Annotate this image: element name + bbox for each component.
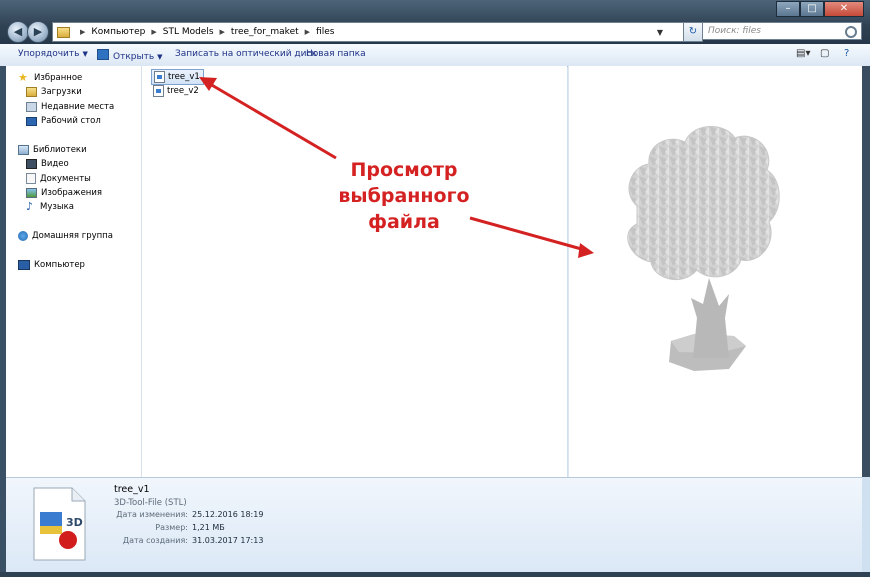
sidebar-item-favorites[interactable]: ★ Избранное [18,71,83,84]
preview-pane-icon[interactable]: ▢ [820,48,829,59]
breadcrumb-stl-models[interactable]: STL Models [163,27,214,37]
desktop-icon [26,116,37,126]
documents-icon [26,173,36,184]
file-item-tree-v2[interactable]: tree_v2 [151,84,202,98]
sidebar-item-label: Рабочий стол [41,116,101,126]
sidebar-item-documents[interactable]: Документы [26,173,91,184]
stl-document-icon: 3D [33,487,86,561]
search-icon [845,26,857,38]
address-bar[interactable]: ▶ Компьютер ▶ STL Models ▶ tree_for_make… [52,22,686,42]
back-button[interactable]: ◀ [7,21,29,43]
chevron-down-icon: ▼ [157,53,163,61]
sidebar-item-label: Домашняя группа [32,231,113,241]
chevron-right-icon: ▶ [219,28,225,36]
sidebar-item-label: Документы [40,173,91,184]
preview-pane [568,66,863,477]
details-size-value: 1,21 МБ [192,523,225,532]
details-modified-label: Дата изменения: [116,510,188,519]
images-icon [26,188,37,198]
annotation-line-2: выбранного [338,185,470,207]
chevron-right-icon: ▶ [80,28,86,36]
breadcrumb-tree-for-maket[interactable]: tree_for_maket [231,27,299,37]
search-placeholder: Поиск: files [708,26,761,36]
sidebar-item-homegroup[interactable]: Домашняя группа [18,231,113,241]
view-options-icon[interactable]: ▤▾ [796,48,810,59]
chevron-down-icon[interactable]: ▼ [657,28,663,37]
stl-file-icon [153,85,164,97]
maximize-button[interactable]: □ [800,1,824,17]
burn-button[interactable]: Записать на оптический диск [175,49,317,59]
sidebar-item-downloads[interactable]: Загрузки [26,87,82,97]
minimize-button[interactable]: – [776,1,800,17]
file-name: tree_v2 [167,86,199,96]
search-input[interactable]: Поиск: files [702,22,862,40]
sidebar-item-label: Видео [41,159,69,169]
window-right-border [862,66,870,477]
organize-button[interactable]: Упорядочить ▼ [18,49,88,59]
help-icon[interactable]: ? [844,48,849,59]
video-icon [26,159,37,169]
file-item-tree-v1[interactable]: tree_v1 [151,69,204,85]
annotation-label: Просмотр выбранного файла [336,157,472,235]
chevron-down-icon: ▼ [82,50,88,58]
title-bar: – □ ✕ ◀ ▶ ▶ Компьютер ▶ STL Models ▶ tre… [0,0,870,44]
sidebar-item-label: Библиотеки [33,145,87,155]
breadcrumb-computer[interactable]: Компьютер [91,27,145,37]
sidebar-item-computer[interactable]: Компьютер [18,260,85,270]
file-name: tree_v1 [168,72,200,82]
new-folder-button[interactable]: Новая папка [306,49,366,59]
sidebar-item-desktop[interactable]: Рабочий стол [26,116,101,126]
folder-icon [57,26,70,38]
annotation-line-1: Просмотр [350,159,458,181]
sidebar-item-label: Компьютер [34,260,85,270]
star-icon: ★ [18,71,28,84]
details-file-type: 3D-Tool-File (STL) [114,498,187,508]
sidebar-item-label: Избранное [34,73,83,83]
details-file-name: tree_v1 [114,484,150,495]
command-bar: Упорядочить ▼ Открыть ▼ Записать на оптиче… [0,44,870,67]
forward-button[interactable]: ▶ [27,21,49,43]
close-button[interactable]: ✕ [824,1,864,17]
sidebar-item-music[interactable]: ♪ Музыка [26,200,74,213]
explorer-window: – □ ✕ ◀ ▶ ▶ Компьютер ▶ STL Models ▶ tre… [0,0,870,577]
navigation-bar: ◀ ▶ ▶ Компьютер ▶ STL Models ▶ tree_for_… [0,18,870,44]
sidebar-item-label: Изображения [41,188,103,198]
navigation-pane: ★ Избранное Загрузки Недавние места Рабоч… [6,66,142,477]
sidebar-item-images[interactable]: Изображения [26,188,102,198]
sidebar-item-libraries[interactable]: Библиотеки [18,145,87,155]
sidebar-item-label: Загрузки [41,87,82,97]
chevron-right-icon: ▶ [304,28,311,36]
icon-3d-label: 3D [66,516,83,529]
details-pane: 3D tree_v1 3D-Tool-File (STL) Дата измен… [6,477,862,573]
caption-buttons: – □ ✕ [776,1,864,17]
recent-places-icon [26,102,37,112]
sidebar-item-recent-places[interactable]: Недавние места [26,102,114,112]
sidebar-item-label: Музыка [40,202,74,212]
sidebar-item-video[interactable]: Видео [26,159,69,169]
open-icon [97,49,109,60]
refresh-button[interactable]: ↻ [683,22,703,42]
file-list: tree_v1 tree_v2 [142,66,567,477]
downloads-icon [26,87,37,97]
music-icon: ♪ [26,200,34,213]
homegroup-icon [18,231,28,241]
open-label: Открыть [113,52,155,62]
details-modified-value: 25.12.2016 18:19 [192,510,264,519]
sidebar-item-label: Недавние места [41,102,115,112]
open-button[interactable]: Открыть ▼ [97,49,163,62]
breadcrumb-files[interactable]: files [316,27,334,37]
tree-model-preview [627,125,780,371]
window-bottom-border [0,572,870,577]
annotation-line-3: файла [368,211,440,233]
libraries-icon [18,145,29,155]
details-created-label: Дата создания: [122,536,188,545]
chevron-right-icon: ▶ [151,28,157,36]
computer-icon [18,260,30,270]
details-size-label: Размер: [155,523,188,532]
details-created-value: 31.03.2017 17:13 [192,536,264,545]
organize-label: Упорядочить [18,49,80,59]
stl-file-icon [154,71,165,83]
